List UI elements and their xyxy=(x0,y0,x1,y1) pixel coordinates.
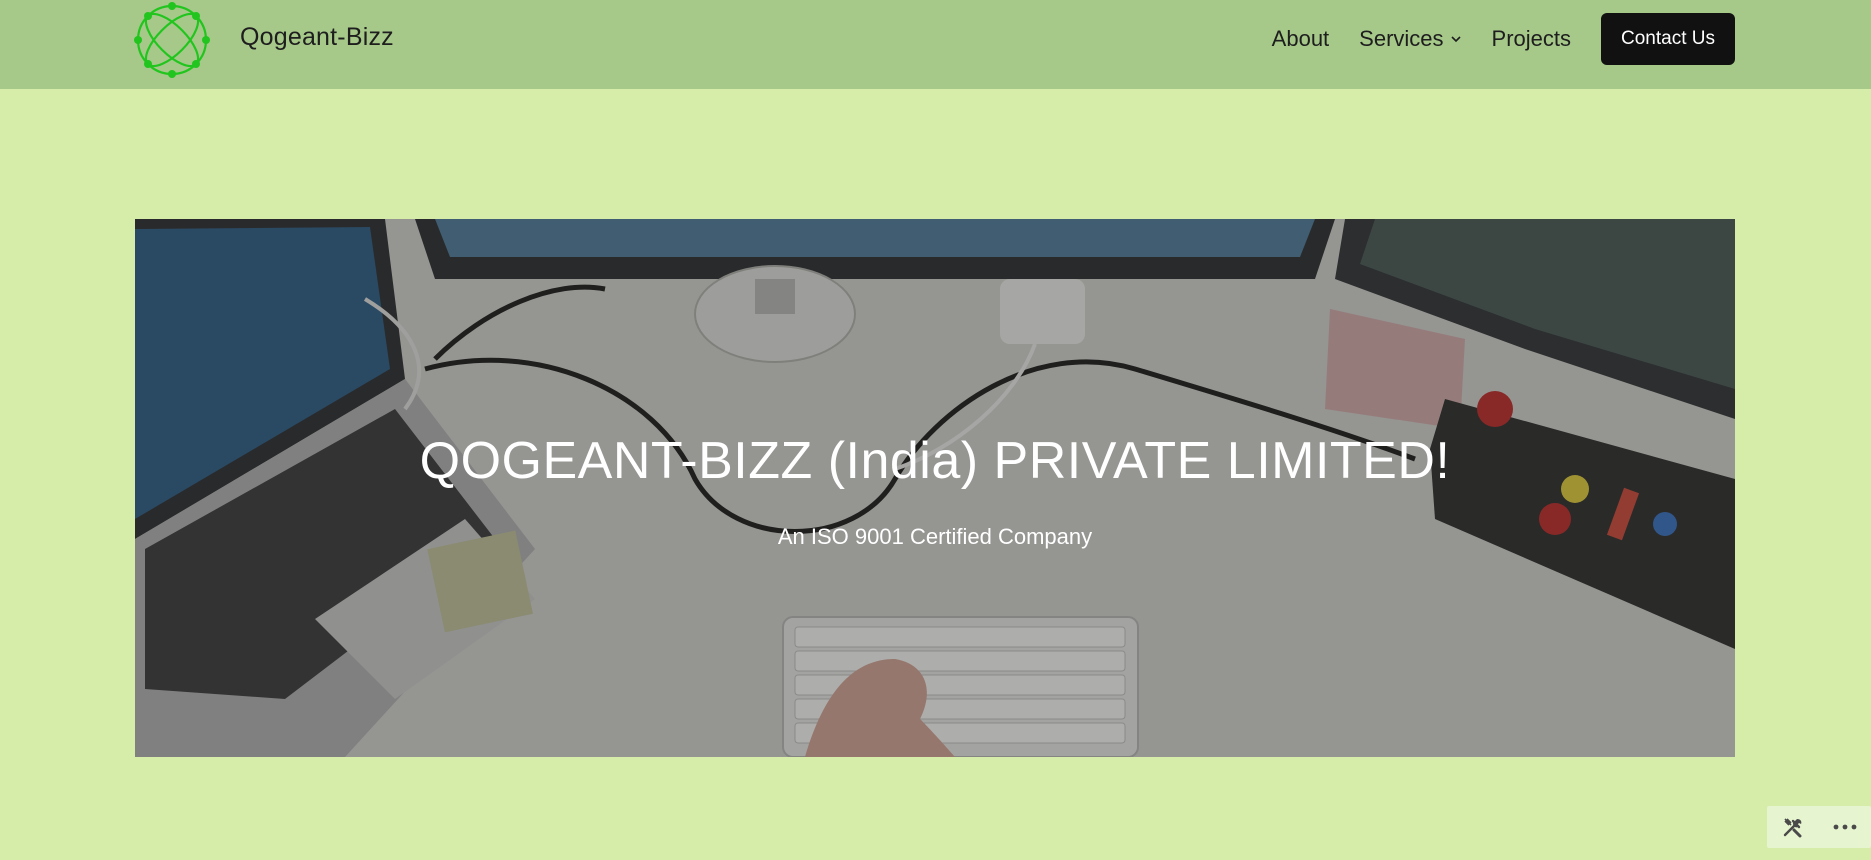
hero-subtitle: An ISO 9001 Certified Company xyxy=(777,524,1093,549)
hero-title: QOGEANT-BIZZ (India) PRIVATE LIMITED! xyxy=(419,432,1451,490)
main-navigation: About Services Projects Contact Us xyxy=(1272,13,1735,65)
site-header: Qogeant-Bizz About Services Projects Con… xyxy=(0,0,1871,89)
contact-us-button[interactable]: Contact Us xyxy=(1601,13,1735,65)
network-globe-icon[interactable] xyxy=(134,2,212,78)
hero-banner: QOGEANT-BIZZ (India) PRIVATE LIMITED! An… xyxy=(135,219,1735,757)
nav-about[interactable]: About xyxy=(1272,26,1330,52)
nav-services[interactable]: Services xyxy=(1359,26,1461,52)
nav-services-label: Services xyxy=(1359,26,1444,51)
chevron-down-icon xyxy=(1450,36,1461,43)
site-title[interactable]: Qogeant-Bizz xyxy=(240,23,394,52)
tools-icon[interactable] xyxy=(1780,814,1806,840)
more-dots-icon[interactable] xyxy=(1832,814,1858,840)
nav-projects[interactable]: Projects xyxy=(1492,26,1571,52)
floating-toolbar xyxy=(1767,806,1871,848)
